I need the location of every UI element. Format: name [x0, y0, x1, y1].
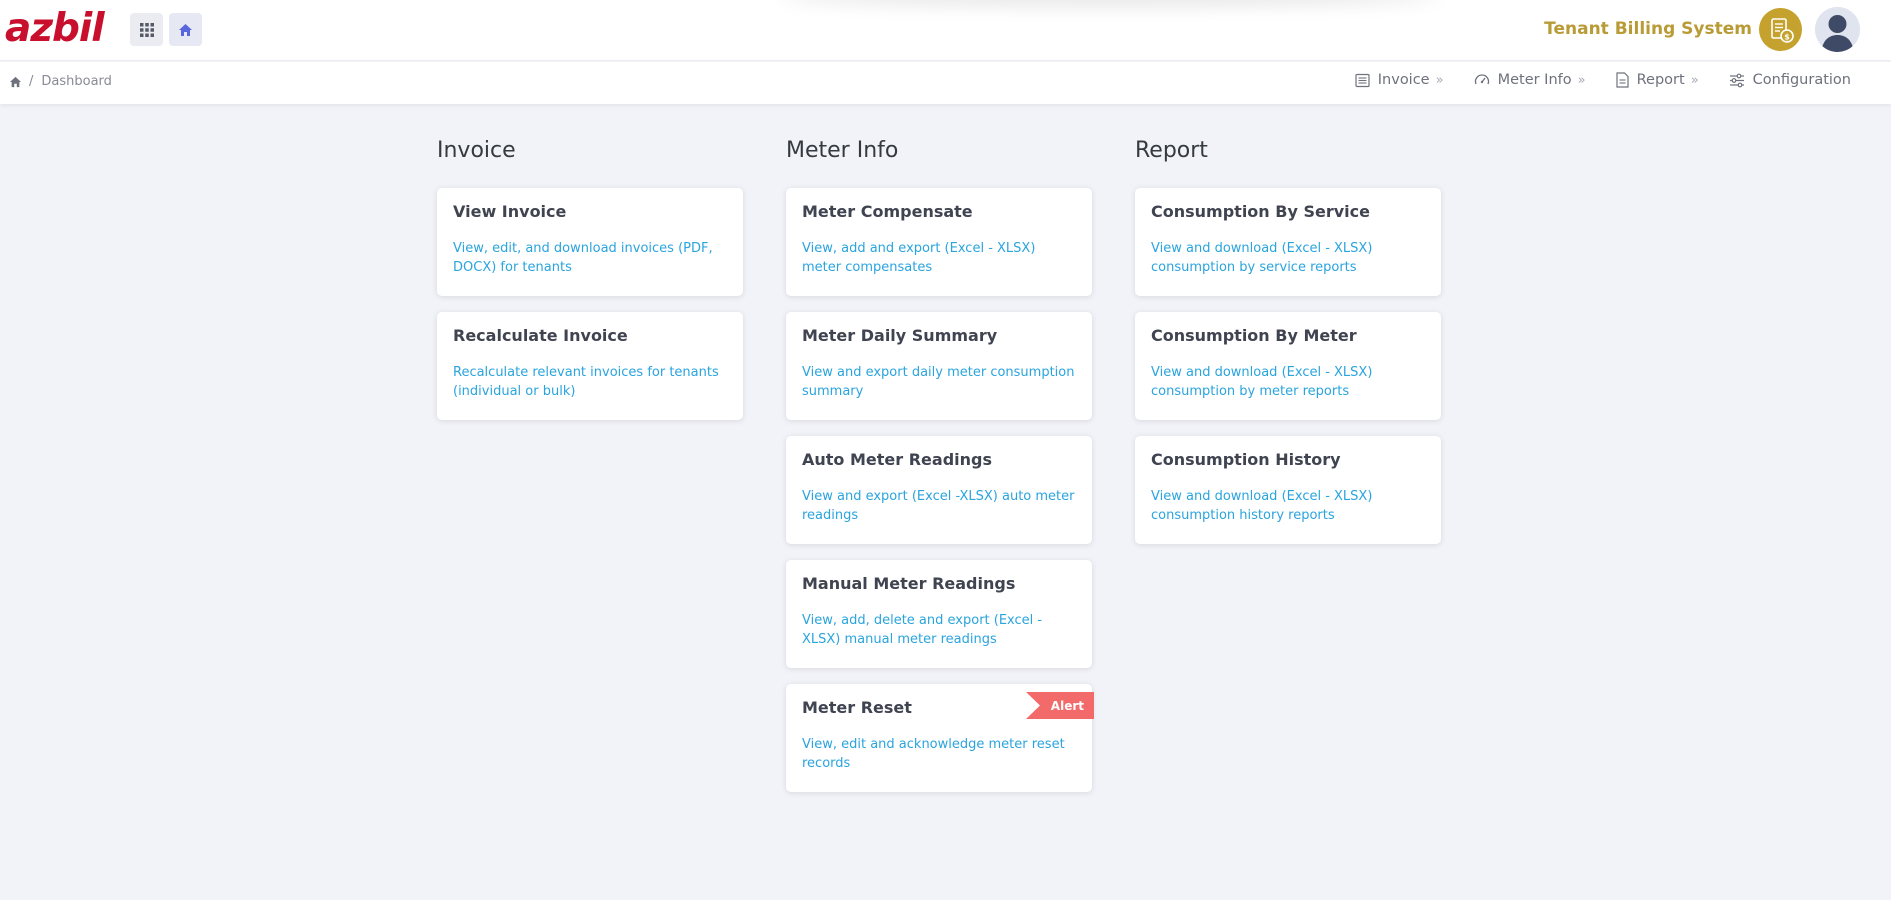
card-title: Manual Meter Readings	[802, 574, 1016, 593]
nav-configuration[interactable]: Configuration	[1729, 72, 1851, 88]
document-icon	[1616, 72, 1629, 88]
grid-icon	[139, 22, 154, 37]
nav-report[interactable]: Report »	[1616, 72, 1699, 88]
card-title: Auto Meter Readings	[802, 450, 992, 469]
card-description[interactable]: View, edit, and download invoices (PDF, …	[453, 239, 727, 277]
nav-configuration-label: Configuration	[1752, 72, 1851, 88]
card-title: Meter Compensate	[802, 202, 973, 221]
card-title: Consumption By Service	[1151, 202, 1370, 221]
card-meter-compensate[interactable]: Meter Compensate View, add and export (E…	[786, 188, 1092, 296]
nav-invoice[interactable]: Invoice »	[1355, 72, 1444, 88]
meter-info-section: Meter Info Meter Compensate View, add an…	[786, 138, 1094, 808]
list-icon	[1355, 73, 1370, 87]
nav-meter-info-label: Meter Info	[1497, 72, 1572, 88]
nav-meter-info-chevron: »	[1577, 72, 1586, 88]
invoice-coin-icon: $	[1770, 17, 1794, 43]
breadcrumb-dashboard[interactable]: Dashboard	[41, 74, 112, 89]
card-title: View Invoice	[453, 202, 567, 221]
breadcrumb-separator: /	[29, 74, 34, 89]
card-title: Consumption By Meter	[1151, 326, 1357, 345]
card-description[interactable]: View and export daily meter consumption …	[802, 363, 1076, 401]
card-consumption-history[interactable]: Consumption History View and download (E…	[1135, 436, 1441, 544]
card-description[interactable]: View, edit and acknowledge meter reset r…	[802, 735, 1076, 773]
gauge-icon	[1474, 74, 1489, 85]
report-section: Report Consumption By Service View and d…	[1135, 138, 1441, 560]
user-icon	[1815, 7, 1860, 52]
azbil-logo[interactable]: azbil	[5, 6, 105, 51]
system-title: Tenant Billing System	[1544, 19, 1752, 39]
apps-grid-button[interactable]	[130, 13, 163, 46]
nav-report-label: Report	[1636, 72, 1685, 88]
top-header: azbil Tenant Billing System $	[0, 0, 1891, 61]
card-recalculate-invoice[interactable]: Recalculate Invoice Recalculate relevant…	[437, 312, 743, 420]
billing-badge: $	[1759, 8, 1802, 51]
card-title: Recalculate Invoice	[453, 326, 628, 345]
card-description[interactable]: View, add, delete and export (Excel -XLS…	[802, 611, 1076, 649]
section-title-invoice: Invoice	[437, 138, 516, 163]
card-view-invoice[interactable]: View Invoice View, edit, and download in…	[437, 188, 743, 296]
card-auto-meter-readings[interactable]: Auto Meter Readings View and export (Exc…	[786, 436, 1092, 544]
card-description[interactable]: View and export (Excel -XLSX) auto meter…	[802, 487, 1076, 525]
nav-report-chevron: »	[1690, 72, 1699, 88]
nav-meter-info[interactable]: Meter Info »	[1474, 72, 1586, 88]
user-avatar[interactable]	[1815, 7, 1860, 52]
svg-text:$: $	[1784, 32, 1790, 41]
invoice-section: Invoice View Invoice View, edit, and dow…	[437, 138, 743, 436]
card-description[interactable]: View and download (Excel - XLSX) consump…	[1151, 363, 1425, 401]
section-title-report: Report	[1135, 138, 1208, 163]
card-consumption-by-meter[interactable]: Consumption By Meter View and download (…	[1135, 312, 1441, 420]
top-navigation: Invoice » Meter Info » Report » Configur…	[1325, 72, 1851, 88]
card-title: Consumption History	[1151, 450, 1341, 469]
card-description[interactable]: View, add and export (Excel - XLSX) mete…	[802, 239, 1076, 277]
card-description[interactable]: View and download (Excel - XLSX) consump…	[1151, 487, 1425, 525]
home-icon	[179, 23, 192, 36]
nav-invoice-chevron: »	[1435, 72, 1444, 88]
sub-header: / Dashboard Invoice » Meter Info » Repor…	[0, 62, 1891, 104]
sliders-icon	[1729, 73, 1744, 87]
card-consumption-by-service[interactable]: Consumption By Service View and download…	[1135, 188, 1441, 296]
home-button[interactable]	[169, 13, 202, 46]
home-icon[interactable]	[9, 76, 22, 88]
card-description[interactable]: View and download (Excel - XLSX) consump…	[1151, 239, 1425, 277]
card-meter-daily-summary[interactable]: Meter Daily Summary View and export dail…	[786, 312, 1092, 420]
card-manual-meter-readings[interactable]: Manual Meter Readings View, add, delete …	[786, 560, 1092, 668]
card-title: Meter Daily Summary	[802, 326, 998, 345]
breadcrumb: / Dashboard	[9, 74, 112, 89]
section-title-meter-info: Meter Info	[786, 138, 899, 163]
card-meter-reset[interactable]: Alert Meter Reset View, edit and acknowl…	[786, 684, 1094, 792]
nav-invoice-label: Invoice	[1377, 72, 1430, 88]
card-description[interactable]: Recalculate relevant invoices for tenant…	[453, 363, 727, 401]
